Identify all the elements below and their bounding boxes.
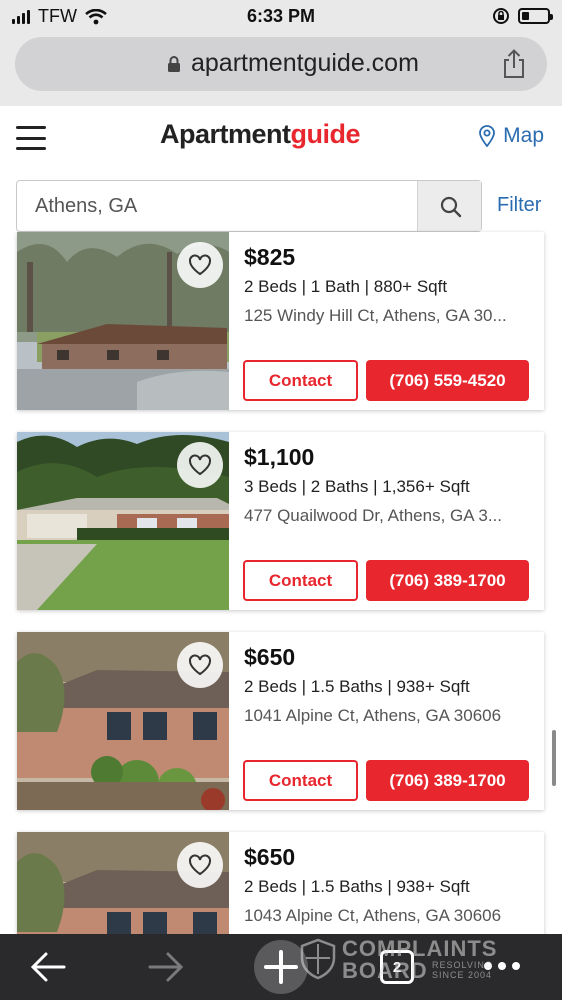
search-button[interactable] — [417, 181, 481, 231]
heart-icon — [189, 854, 211, 876]
listing-photo[interactable] — [17, 632, 229, 810]
listing-price: $825 — [244, 244, 296, 270]
phone-button[interactable]: (706) 389-1700 — [366, 560, 529, 601]
listing-specs: 3 Beds | 2 Baths | 1,356+ Sqft — [244, 477, 470, 496]
listing-photo[interactable] — [17, 232, 229, 410]
tabs-button[interactable]: 2 — [380, 950, 414, 984]
heart-icon — [189, 254, 211, 276]
rotation-lock-icon — [493, 8, 509, 24]
site-logo[interactable]: Apartmentguide — [160, 119, 361, 150]
search-field[interactable]: Athens, GA — [16, 180, 482, 232]
listing-address[interactable]: 125 Windy Hill Ct, Athens, GA 30... — [244, 306, 532, 326]
forward-arrow-icon[interactable] — [146, 950, 184, 984]
map-link[interactable]: Map — [479, 124, 544, 148]
contact-button[interactable]: Contact — [243, 360, 358, 401]
search-input[interactable]: Athens, GA — [35, 195, 137, 218]
lock-icon — [168, 56, 180, 72]
url-text: apartmentguide.com — [191, 49, 419, 77]
address-bar[interactable]: apartmentguide.com — [15, 37, 547, 91]
favorite-button[interactable] — [177, 842, 223, 888]
page-scrollbar[interactable] — [552, 730, 556, 786]
favorite-button[interactable] — [177, 242, 223, 288]
search-row: Athens, GA Filter — [0, 170, 562, 240]
logo-part1: Apartment — [160, 119, 291, 149]
site-header: Apartmentguide Map — [0, 106, 562, 170]
listing-card[interactable]: $825 2 Beds | 1 Bath | 880+ Sqft 125 Win… — [17, 232, 544, 410]
listing-address[interactable]: 1043 Alpine Ct, Athens, GA 30606 — [244, 906, 532, 926]
status-time: 6:33 PM — [246, 6, 316, 26]
status-bar: TFW 6:33 PM — [0, 0, 562, 34]
browser-toolbar: 2 — [0, 934, 562, 1000]
listing-address[interactable]: 1041 Alpine Ct, Athens, GA 30606 — [244, 706, 532, 726]
phone-button[interactable]: (706) 389-1700 — [366, 760, 529, 801]
menu-icon[interactable] — [16, 126, 46, 150]
new-tab-button[interactable] — [254, 940, 308, 994]
contact-button[interactable]: Contact — [243, 760, 358, 801]
more-icon[interactable] — [484, 962, 520, 970]
logo-part2: guide — [290, 119, 361, 149]
favorite-button[interactable] — [177, 442, 223, 488]
listing-price: $650 — [244, 644, 296, 670]
map-label: Map — [503, 124, 544, 147]
heart-icon — [189, 654, 211, 676]
listing-specs: 2 Beds | 1.5 Baths | 938+ Sqft — [244, 677, 470, 696]
back-arrow-icon[interactable] — [30, 950, 68, 984]
listing-card[interactable]: $1,100 3 Beds | 2 Baths | 1,356+ Sqft 47… — [17, 432, 544, 610]
listing-photo[interactable] — [17, 432, 229, 610]
listing-specs: 2 Beds | 1 Bath | 880+ Sqft — [244, 277, 448, 296]
contact-button[interactable]: Contact — [243, 560, 358, 601]
listing-card[interactable]: $650 2 Beds | 1.5 Baths | 938+ Sqft 1041… — [17, 632, 544, 810]
share-icon[interactable] — [501, 49, 527, 79]
listing-specs: 2 Beds | 1.5 Baths | 938+ Sqft — [244, 877, 470, 896]
search-icon — [440, 196, 462, 218]
listing-address[interactable]: 477 Quailwood Dr, Athens, GA 3... — [244, 506, 532, 526]
plus-icon — [264, 950, 298, 984]
listing-price: $650 — [244, 844, 296, 870]
status-right — [492, 7, 553, 25]
filter-link[interactable]: Filter — [497, 194, 541, 217]
map-pin-icon — [479, 125, 496, 147]
heart-icon — [189, 454, 211, 476]
battery-icon — [518, 8, 553, 24]
browser-url-area: apartmentguide.com — [0, 34, 562, 106]
phone-button[interactable]: (706) 559-4520 — [366, 360, 529, 401]
listing-price: $1,100 — [244, 444, 315, 470]
favorite-button[interactable] — [177, 642, 223, 688]
